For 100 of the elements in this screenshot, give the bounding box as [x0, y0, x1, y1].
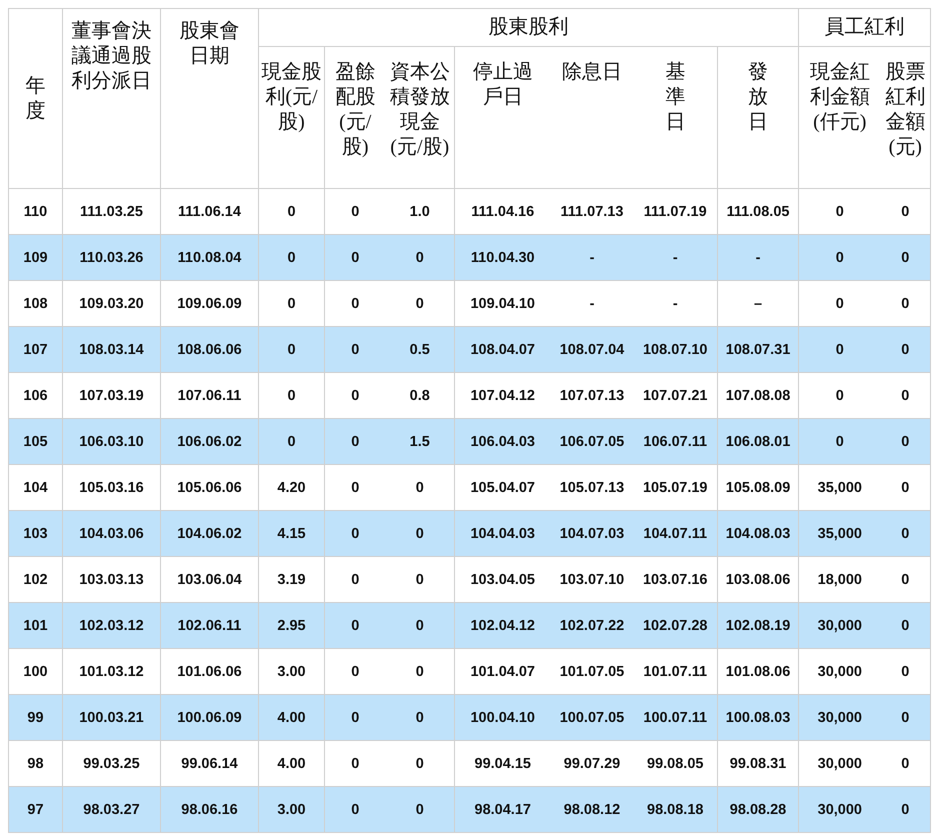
- table-cell: 106.03.10: [62, 418, 160, 464]
- table-cell: 101.04.07: [454, 648, 550, 694]
- table-cell: 0: [324, 188, 386, 234]
- table-cell: 104.07.11: [634, 510, 718, 556]
- table-cell: 102.06.11: [160, 602, 258, 648]
- table-cell: 104.08.03: [718, 510, 799, 556]
- table-cell: 104.07.03: [550, 510, 634, 556]
- table-cell: 107.07.13: [550, 372, 634, 418]
- table-cell: 109.03.20: [62, 280, 160, 326]
- group-header: 員工紅利: [798, 8, 931, 46]
- table-cell: 98.04.17: [454, 786, 550, 832]
- table-cell: 0: [324, 556, 386, 602]
- table-cell: 103.07.16: [634, 556, 718, 602]
- table-cell: 0: [324, 280, 386, 326]
- table-cell: 18,000: [798, 556, 881, 602]
- table-cell: 0: [798, 372, 881, 418]
- table-cell: 100.07.11: [634, 694, 718, 740]
- table-cell: 35,000: [798, 510, 881, 556]
- table-cell: 104.03.06: [62, 510, 160, 556]
- table-cell: 100.04.10: [454, 694, 550, 740]
- table-cell: 98.08.28: [718, 786, 799, 832]
- table-cell: 2.95: [258, 602, 324, 648]
- table-cell: 104.04.03: [454, 510, 550, 556]
- table-cell: 111.08.05: [718, 188, 799, 234]
- table-cell: 0: [880, 556, 931, 602]
- table-cell: 105.06.06: [160, 464, 258, 510]
- table-cell: 4.20: [258, 464, 324, 510]
- table-cell: 106.06.02: [160, 418, 258, 464]
- table-cell: 111.04.16: [454, 188, 550, 234]
- table-cell: 98.06.16: [160, 786, 258, 832]
- table-cell: 4.00: [258, 740, 324, 786]
- table-cell: 99.08.31: [718, 740, 799, 786]
- table-cell: 101.06.06: [160, 648, 258, 694]
- table-cell: –: [718, 280, 799, 326]
- table-cell: 3.00: [258, 648, 324, 694]
- table-cell: 109.06.09: [160, 280, 258, 326]
- table-cell: 105.03.16: [62, 464, 160, 510]
- table-cell: 110.08.04: [160, 234, 258, 280]
- table-cell: 109.04.10: [454, 280, 550, 326]
- table-cell: 105.08.09: [718, 464, 799, 510]
- table-cell: 0: [880, 188, 931, 234]
- table-cell: 0: [258, 234, 324, 280]
- table-cell: 106.04.03: [454, 418, 550, 464]
- table-cell: 0: [258, 372, 324, 418]
- table-cell: 0: [386, 280, 454, 326]
- table-cell: 0: [880, 372, 931, 418]
- table-cell: 0: [880, 418, 931, 464]
- table-cell: 0: [324, 510, 386, 556]
- table-cell: 99.03.25: [62, 740, 160, 786]
- table-cell: 106.07.11: [634, 418, 718, 464]
- table-cell: 111.07.13: [550, 188, 634, 234]
- table-cell: 102: [8, 556, 62, 602]
- table-cell: 108.07.04: [550, 326, 634, 372]
- table-cell: 0: [798, 280, 881, 326]
- table-cell: 35,000: [798, 464, 881, 510]
- table-cell: 101: [8, 602, 62, 648]
- table-cell: 106: [8, 372, 62, 418]
- table-cell: 110.03.26: [62, 234, 160, 280]
- table-cell: 103: [8, 510, 62, 556]
- group-header: 股東股利: [258, 8, 799, 46]
- table-cell: 103.06.04: [160, 556, 258, 602]
- table-cell: 98.08.12: [550, 786, 634, 832]
- table-cell: 110.04.30: [454, 234, 550, 280]
- table-cell: 0: [386, 556, 454, 602]
- table-cell: 0: [386, 740, 454, 786]
- table-cell: 102.08.19: [718, 602, 799, 648]
- table-cell: 103.04.05: [454, 556, 550, 602]
- table-cell: 0: [880, 326, 931, 372]
- table-cell: 0: [386, 234, 454, 280]
- table-cell: 0: [798, 188, 881, 234]
- table-cell: 0: [880, 602, 931, 648]
- table-cell: 107.03.19: [62, 372, 160, 418]
- table-cell: 108.04.07: [454, 326, 550, 372]
- table-cell: 101.03.12: [62, 648, 160, 694]
- table-cell: 102.07.28: [634, 602, 718, 648]
- table-cell: 0: [324, 694, 386, 740]
- table-cell: 0: [386, 510, 454, 556]
- table-cell: 99.08.05: [634, 740, 718, 786]
- table-cell: 0: [258, 326, 324, 372]
- table-cell: 0: [880, 648, 931, 694]
- table-cell: 0: [880, 510, 931, 556]
- table-cell: -: [634, 234, 718, 280]
- table-cell: 0: [880, 280, 931, 326]
- table-cell: 106.08.01: [718, 418, 799, 464]
- table-cell: 97: [8, 786, 62, 832]
- table-cell: 0: [880, 740, 931, 786]
- table-cell: 111.03.25: [62, 188, 160, 234]
- table-cell: 0: [324, 464, 386, 510]
- table-cell: 102.03.12: [62, 602, 160, 648]
- table-cell: 102.07.22: [550, 602, 634, 648]
- table-cell: 0: [386, 786, 454, 832]
- table-cell: 0: [324, 648, 386, 694]
- table-cell: 105: [8, 418, 62, 464]
- table-cell: 0: [324, 234, 386, 280]
- table-cell: 98.08.18: [634, 786, 718, 832]
- table-cell: 30,000: [798, 694, 881, 740]
- table-cell: 0: [880, 464, 931, 510]
- table-cell: 108.07.31: [718, 326, 799, 372]
- table-cell: 0: [880, 694, 931, 740]
- table-cell: 0: [324, 602, 386, 648]
